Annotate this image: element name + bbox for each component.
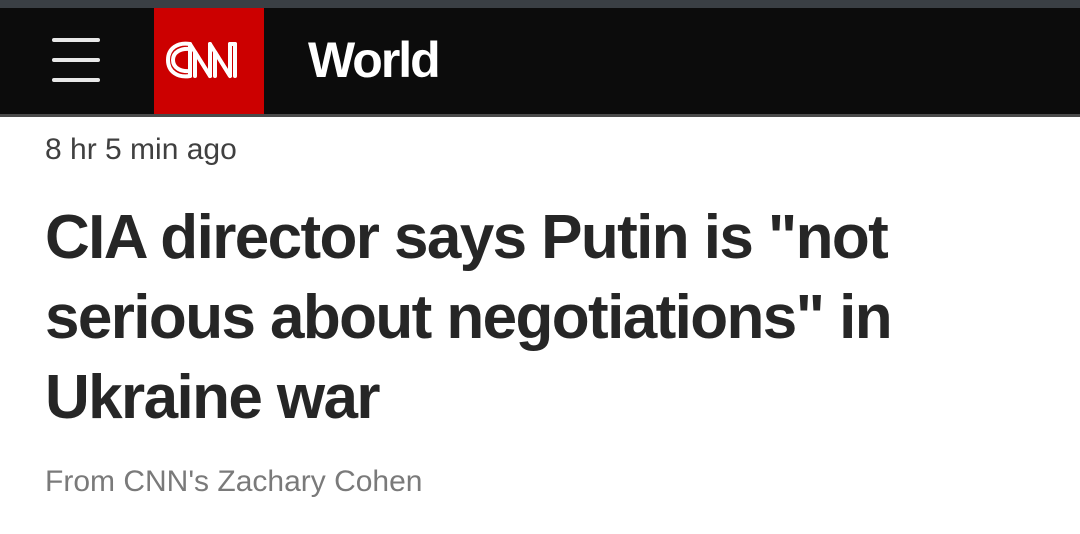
site-header: World [0,8,1080,114]
cnn-logo[interactable] [154,8,264,114]
cnn-logo-mark [166,41,237,79]
article-byline: From CNN's Zachary Cohen [45,465,423,498]
article-headline[interactable]: CIA director says Putin is "not serious … [45,198,1045,438]
top-status-strip [0,0,1080,8]
header-divider [0,114,1080,117]
menu-button[interactable] [50,30,104,90]
section-title[interactable]: World [308,32,441,88]
article-timestamp: 8 hr 5 min ago [45,133,237,166]
